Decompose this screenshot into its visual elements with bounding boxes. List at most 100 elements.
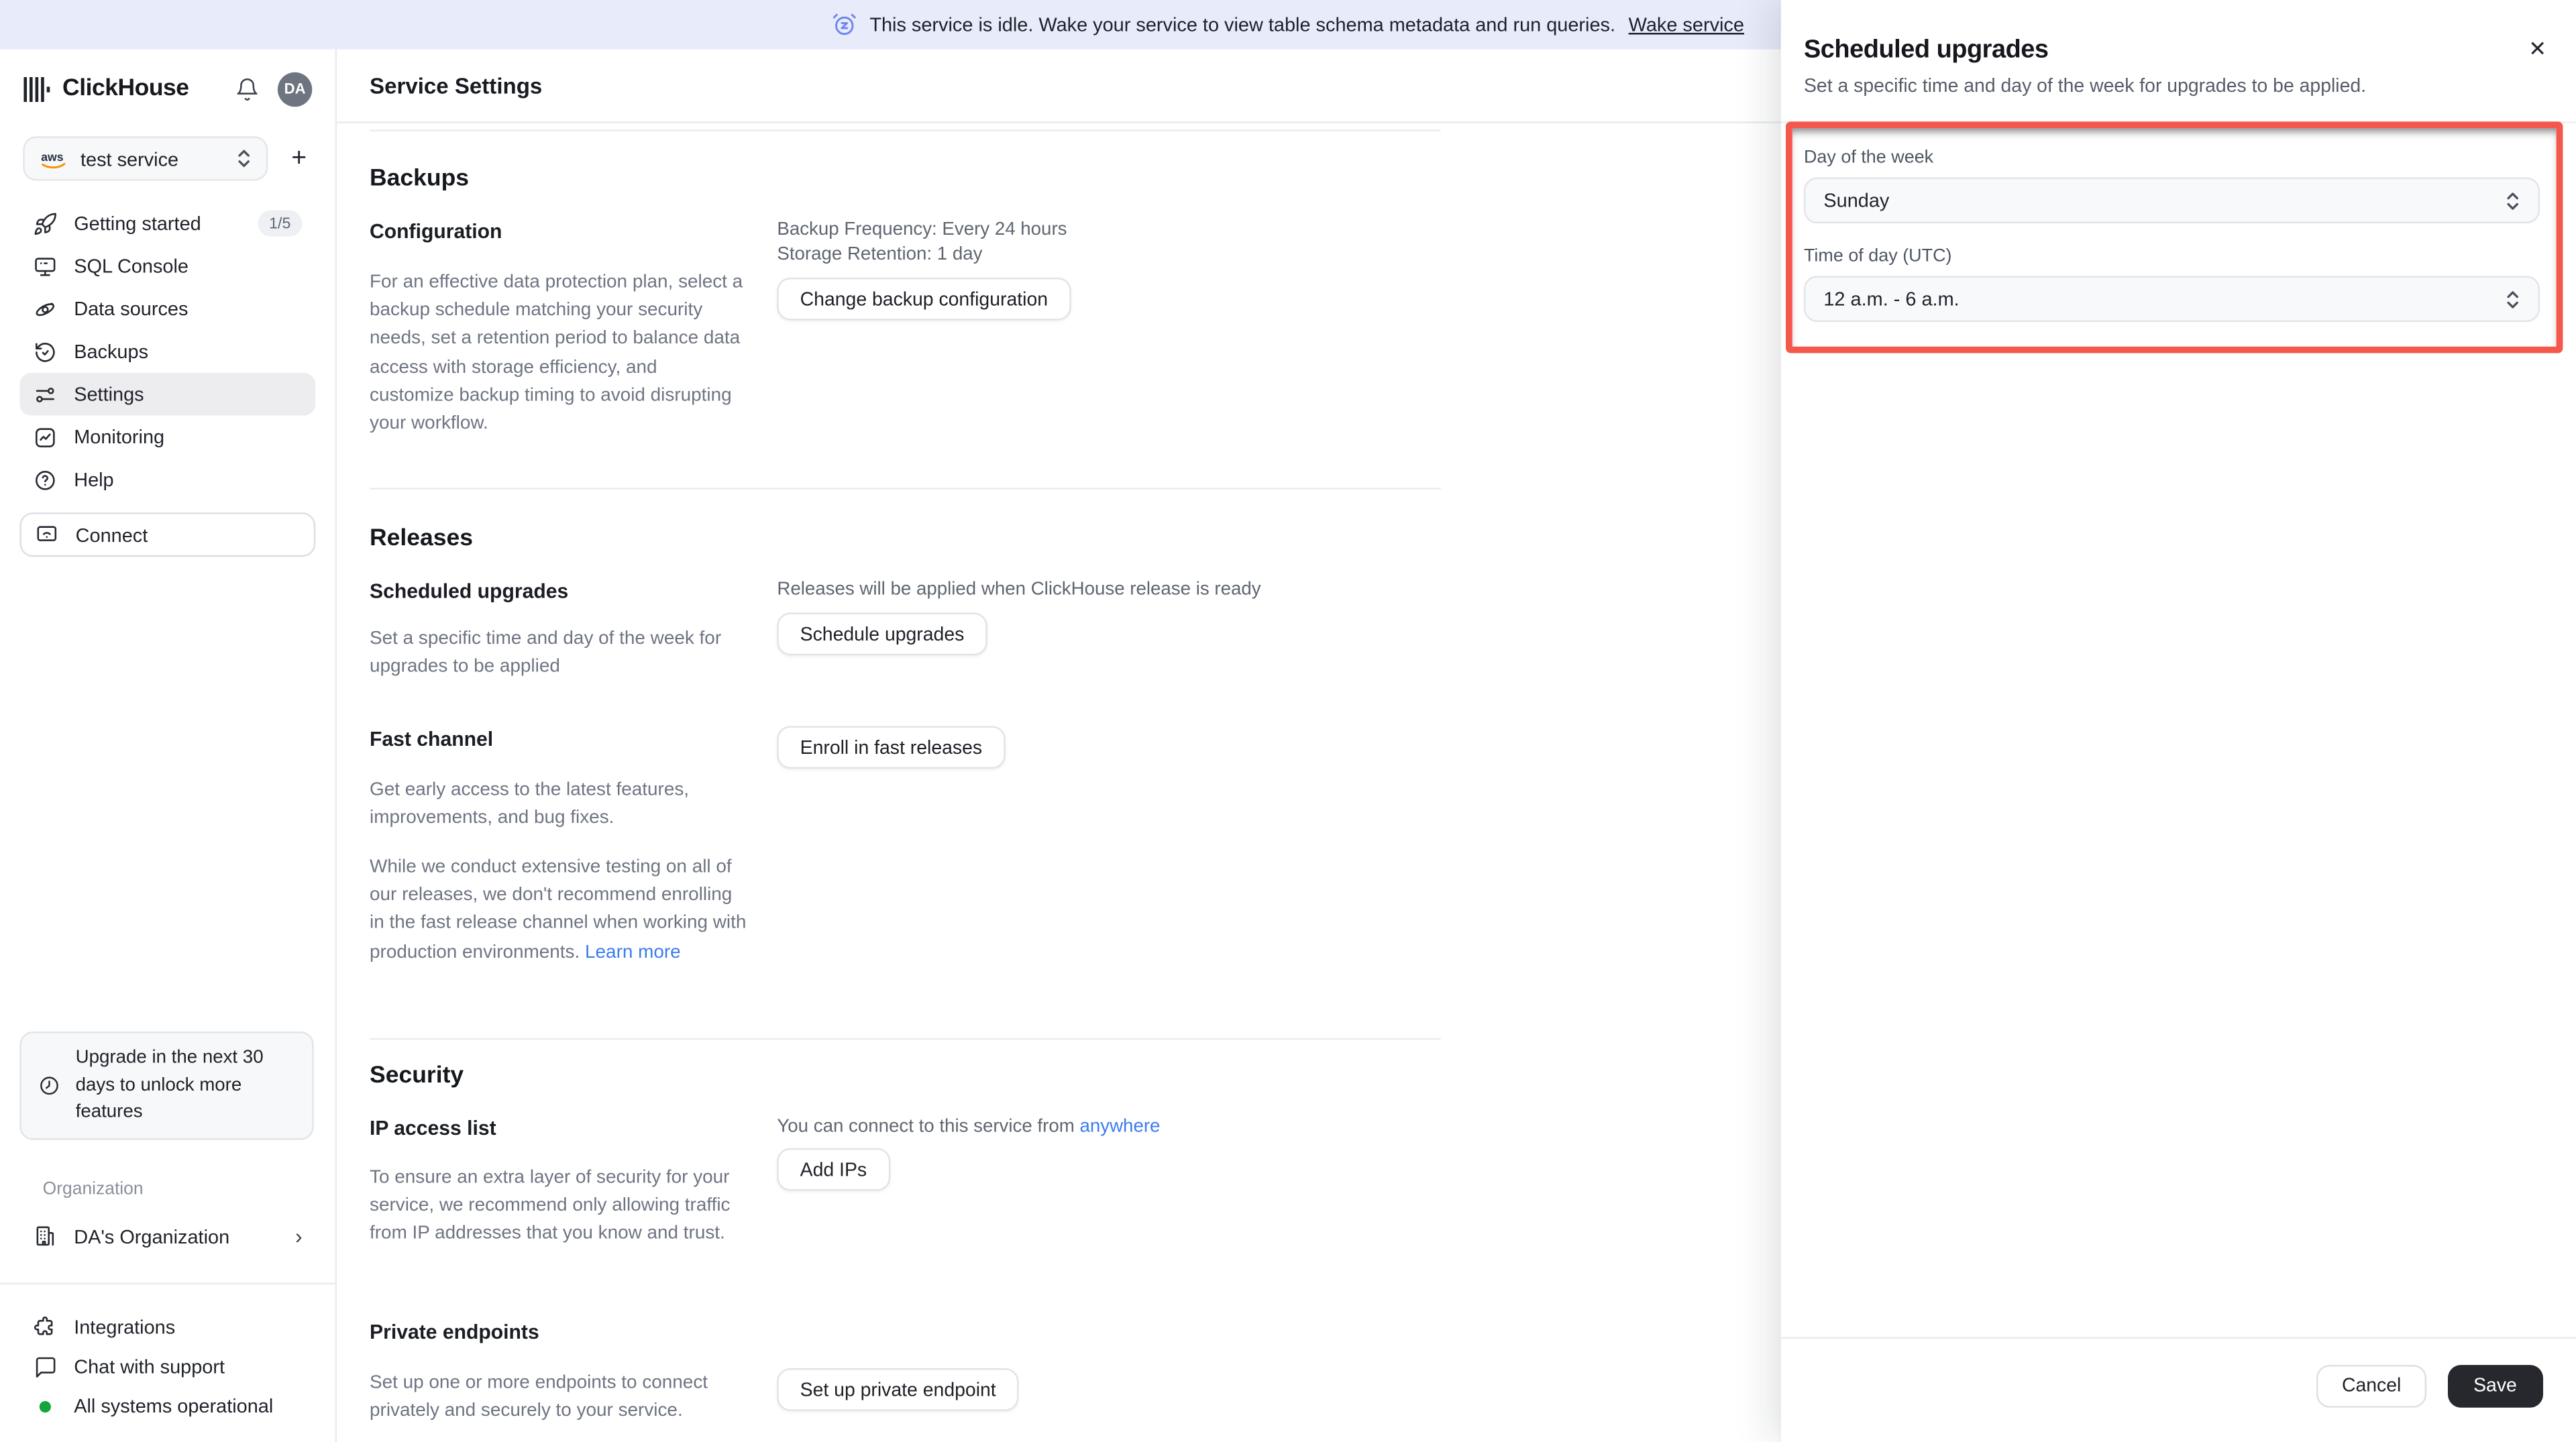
svg-text:aws: aws [41,150,64,163]
close-icon[interactable]: ✕ [2528,38,2546,59]
chevron-right-icon: › [294,1223,303,1249]
scheduled-upgrades-label: Scheduled upgrades [370,579,569,603]
select-updown-icon [237,148,252,169]
clickhouse-logo-icon [23,74,51,103]
day-of-week-select[interactable]: Sunday [1803,177,2540,224]
configuration-label: Configuration [370,220,502,243]
sidebar-item-help[interactable]: Help [19,458,315,501]
help-icon [33,467,58,492]
section-divider [370,129,1441,131]
organization-switcher[interactable]: DA's Organization › [19,1215,315,1256]
ip-access-meta: You can connect to this service from any… [777,1115,1160,1140]
progress-badge: 1/5 [257,210,303,237]
backup-frequency: Backup Frequency: Every 24 hours [777,220,1067,240]
organization-name: DA's Organization [74,1224,230,1247]
time-of-day-label: Time of day (UTC) [1803,246,1952,266]
sidebar-item-integrations[interactable]: Integrations [19,1307,315,1347]
puzzle-icon [33,1315,58,1339]
section-divider [370,488,1441,490]
ip-meta-text: You can connect to this service from [777,1117,1080,1137]
service-selector-row: aws test service + [23,136,315,181]
upgrade-notice[interactable]: Upgrade in the next 30 days to unlock mo… [19,1031,314,1140]
fast-channel-description-1: Get early access to the latest features,… [370,780,690,828]
brand-name: ClickHouse [62,75,189,102]
upgrade-notice-text: Upgrade in the next 30 days to unlock mo… [75,1048,264,1123]
scheduled-upgrades-description: Set a specific time and day of the week … [370,628,722,677]
sliders-icon [33,382,58,406]
schedule-upgrades-button[interactable]: Schedule upgrades [777,612,987,656]
sidebar-divider [0,1282,335,1285]
scheduled-upgrades-panel: Scheduled upgrades ✕ Set a specific time… [1780,0,2576,1442]
sidebar-item-backups[interactable]: Backups [19,330,315,373]
add-service-button[interactable]: + [282,142,315,175]
sidebar-item-label: All systems operational [74,1394,274,1418]
orbit-icon [33,296,58,321]
ip-access-list-label: IP access list [370,1117,496,1140]
sidebar-item-label: Settings [74,382,144,406]
panel-footer: Cancel Save [1780,1337,2576,1442]
sidebar-item-label: Getting started [74,211,201,235]
aws-icon: aws [40,149,69,168]
connect-label: Connect [75,523,148,547]
enroll-fast-releases-button[interactable]: Enroll in fast releases [777,726,1006,769]
change-backup-configuration-button[interactable]: Change backup configuration [777,277,1071,321]
wake-service-link[interactable]: Wake service [1629,13,1744,36]
time-of-day-value: 12 a.m. - 6 a.m. [1823,287,1960,311]
avatar[interactable]: DA [277,71,313,106]
security-heading: Security [370,1062,464,1089]
service-selector[interactable]: aws test service [23,136,268,181]
page-title: Service Settings [370,72,543,98]
fast-channel-label: Fast channel [370,727,494,751]
sidebar-item-system-status[interactable]: All systems operational [19,1386,315,1426]
history-icon [33,339,58,364]
idle-banner-text: This service is idle. Wake your service … [869,13,1616,36]
fast-channel-text: While we conduct extensive testing on al… [370,857,747,962]
service-name: test service [80,147,179,170]
alarm-snooze-icon [832,12,857,37]
panel-subtitle: Set a specific time and day of the week … [1803,75,2367,97]
section-divider [370,1038,1441,1040]
sidebar-item-settings[interactable]: Settings [19,372,316,416]
rocket-icon [33,211,58,236]
chat-bubble-icon [33,1354,58,1379]
connect-icon [34,522,59,547]
day-of-week-label: Day of the week [1803,148,1934,168]
save-button[interactable]: Save [2447,1364,2544,1407]
status-dot-icon [33,1394,58,1419]
backup-meta: Backup Frequency: Every 24 hours Storage… [777,219,1067,267]
sidebar-item-label: Data sources [74,297,189,321]
connect-button[interactable]: Connect [19,512,316,557]
private-endpoints-label: Private endpoints [370,1320,539,1344]
clickhouse-cloud-app: This service is idle. Wake your service … [0,0,2576,1442]
sidebar-item-sql-console[interactable]: SQL Console [19,245,315,288]
select-updown-icon [2506,288,2520,310]
day-of-week-value: Sunday [1823,188,1890,212]
chart-icon [33,425,58,449]
cancel-button[interactable]: Cancel [2317,1364,2426,1407]
private-endpoints-description: Set up one or more endpoints to connect … [370,1373,708,1421]
setup-private-endpoint-button[interactable]: Set up private endpoint [777,1368,1019,1411]
sidebar-item-monitoring[interactable]: Monitoring [19,416,315,459]
anywhere-link[interactable]: anywhere [1079,1117,1160,1136]
fast-channel-description-2: While we conduct extensive testing on al… [370,854,751,967]
panel-title: Scheduled upgrades [1803,36,2049,64]
sidebar-item-chat-support[interactable]: Chat with support [19,1347,315,1386]
building-icon [33,1223,58,1248]
ip-access-description: To ensure an extra layer of security for… [370,1168,731,1244]
organization-section-label: Organization [42,1179,144,1199]
learn-more-link[interactable]: Learn more [585,942,681,962]
bell-icon[interactable] [235,76,260,101]
backups-heading: Backups [370,166,470,192]
sidebar-nav: Getting started 1/5 SQL Console Data sou… [0,202,335,501]
select-updown-icon [2506,190,2520,211]
sidebar-item-label: Integrations [74,1315,176,1339]
sidebar-footer: Integrations Chat with support All syste… [19,1307,315,1425]
time-of-day-select[interactable]: 12 a.m. - 6 a.m. [1803,276,2540,322]
sidebar-item-getting-started[interactable]: Getting started 1/5 [19,202,315,245]
add-ips-button[interactable]: Add IPs [777,1148,890,1191]
brand-row: ClickHouse DA [23,69,313,109]
sidebar-item-label: Chat with support [74,1355,225,1378]
sidebar-item-label: SQL Console [74,254,189,278]
sidebar-item-data-sources[interactable]: Data sources [19,288,315,331]
sidebar-item-label: Help [74,467,114,492]
